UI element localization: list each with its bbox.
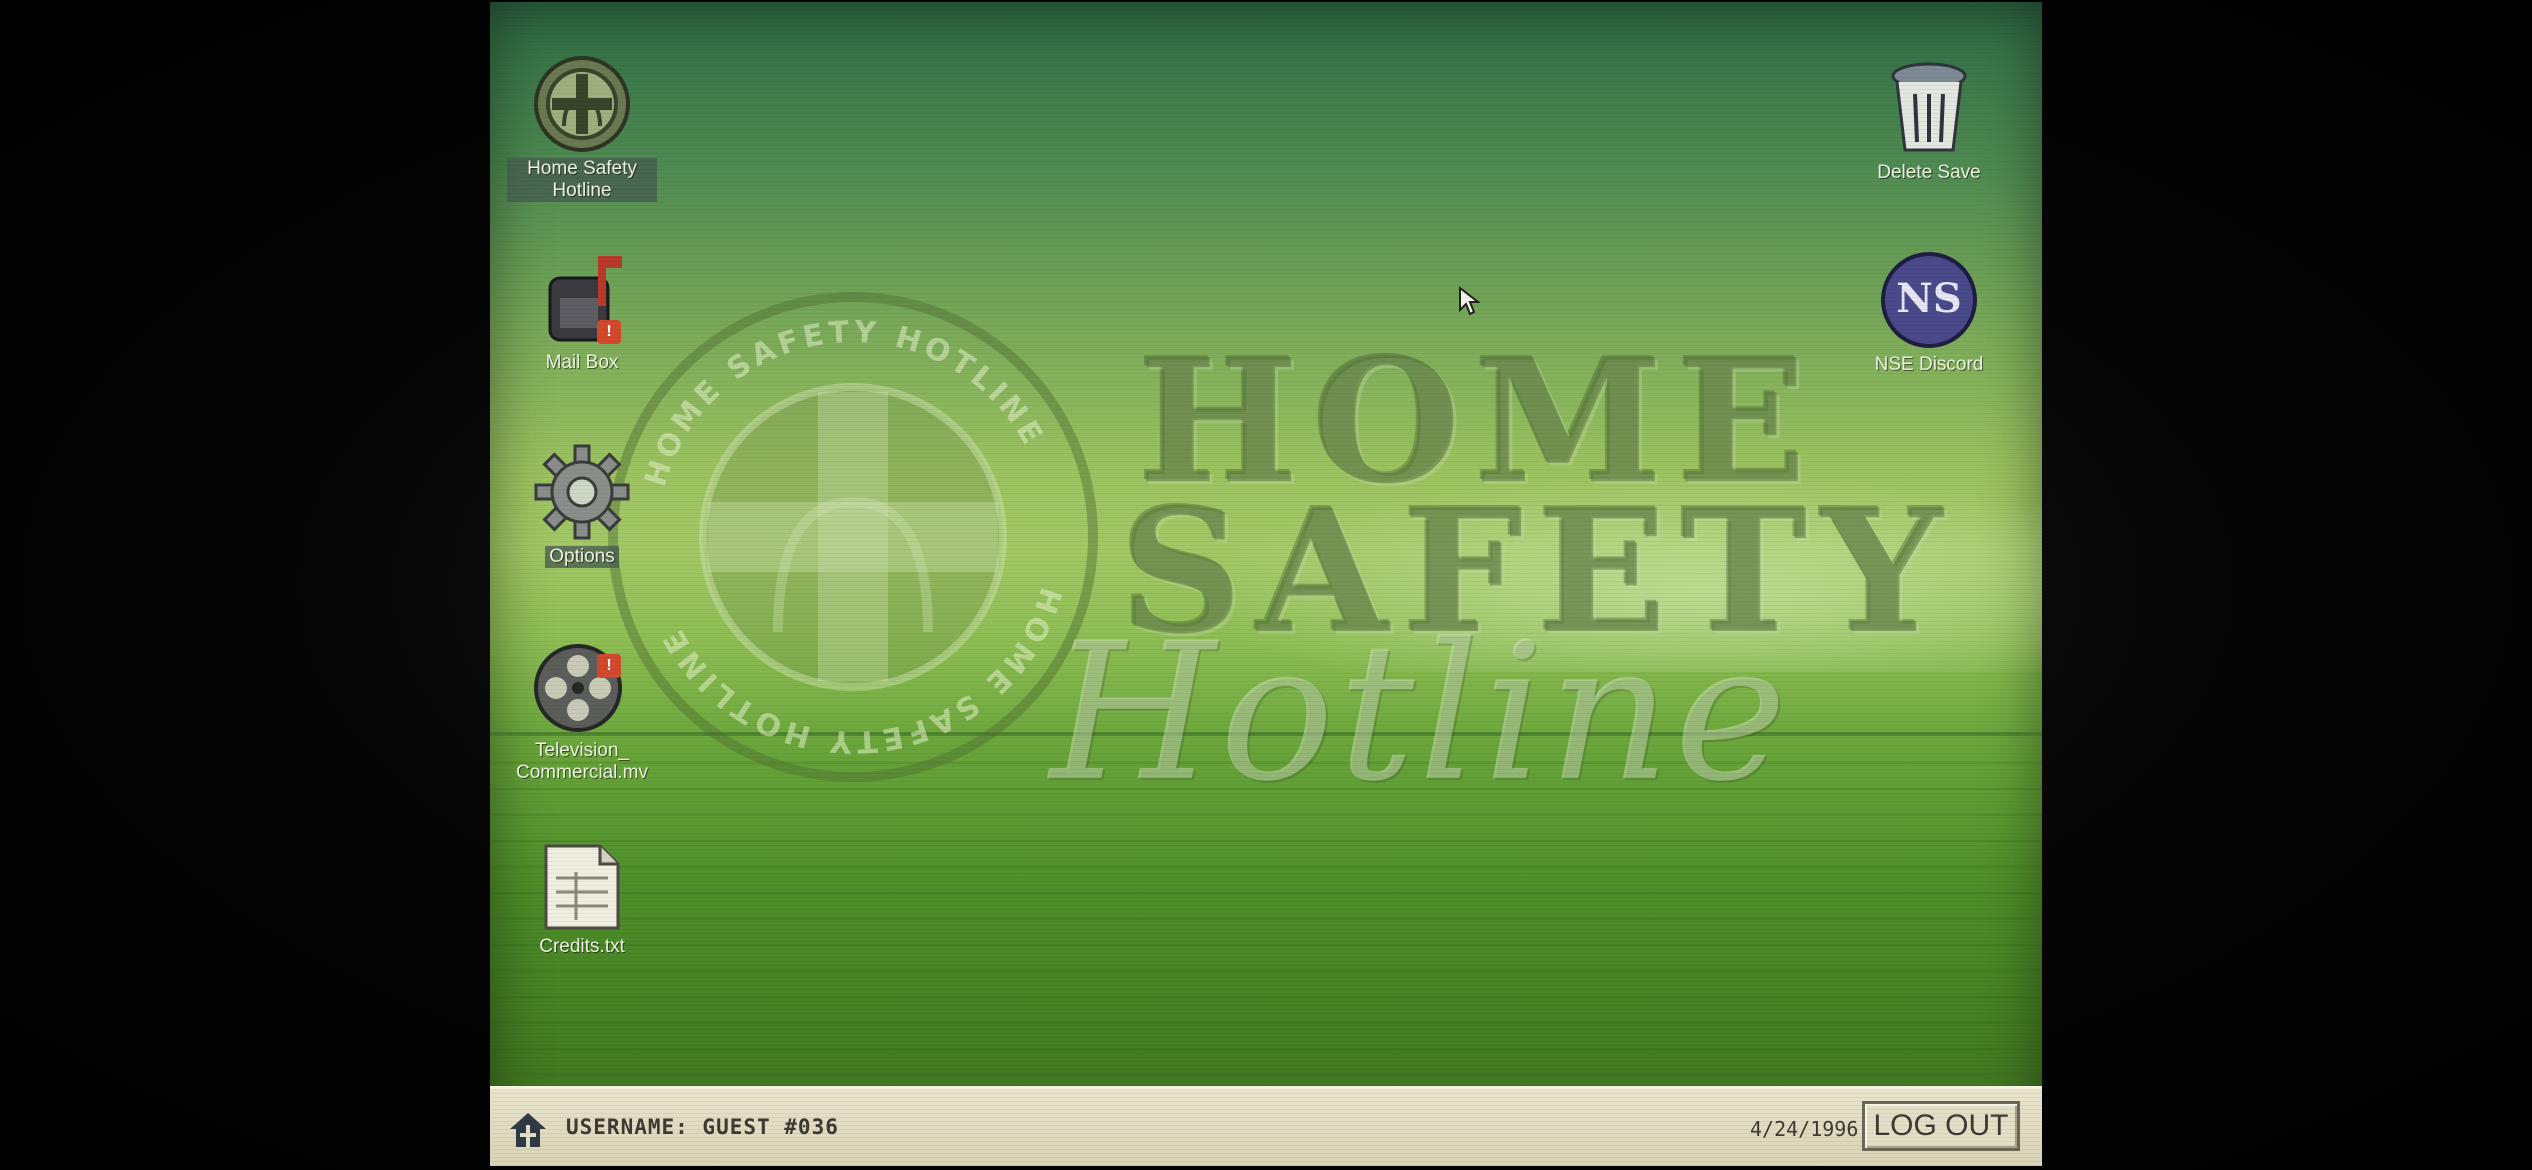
nse-discord-icon: NS (1881, 252, 1977, 348)
wallpaper-seal: HOME SAFETY HOTLINE HOME SAFETY HOTLINE (608, 292, 1098, 782)
icon-label: NSE Discord (1874, 354, 1984, 375)
icon-label: Options (545, 546, 619, 568)
mouse-cursor-icon (1459, 286, 1480, 316)
seal-graphic: HOME SAFETY HOTLINE HOME SAFETY HOTLINE (638, 315, 1064, 760)
desktop-icon-delete-save[interactable]: Delete Save (1854, 58, 2004, 184)
text-file-icon (544, 844, 620, 930)
film-reel-icon (534, 644, 622, 732)
desktop-icon-nse-discord[interactable]: NS NSE Discord (1854, 250, 2004, 376)
trash-can-icon (1891, 62, 1967, 152)
desktop-icon-television-commercial[interactable]: ! Television_ Commercial.mv (507, 636, 657, 784)
mail-alert-badge: ! (597, 320, 621, 344)
username-label: USERNAME: GUEST #036 (566, 1115, 839, 1139)
desktop-icon-credits[interactable]: Credits.txt (507, 842, 657, 958)
desktop-icon-mail-box[interactable]: ! Mail Box (507, 248, 657, 374)
video-alert-badge: ! (597, 654, 621, 678)
home-safety-hotline-icon (534, 56, 630, 152)
taskbar-date: 4/24/1996 (1750, 1117, 1859, 1141)
desktop-icon-options[interactable]: Options (507, 442, 657, 568)
logout-button[interactable]: LOG OUT (1862, 1101, 2020, 1151)
nse-logo-text: NS (1896, 275, 1961, 322)
gear-icon (534, 444, 630, 540)
taskbar: USERNAME: GUEST #036 4/24/1996 LOG OUT (490, 1086, 2042, 1166)
icon-label: Credits.txt (539, 936, 625, 957)
icon-label: Television_ Commercial.mv (516, 740, 648, 783)
desktop-icon-home-safety-hotline[interactable]: Home Safety Hotline (507, 54, 657, 202)
desktop-screen: HOME SAFETY HOTLINE HOME SAFETY HOTLINE … (490, 2, 2042, 1166)
icon-label: Delete Save (1877, 162, 1981, 183)
icon-label: Mail Box (545, 352, 619, 373)
wallpaper-title-hotline: Hotline (1050, 602, 1791, 823)
icon-label: Home Safety Hotline (507, 158, 657, 202)
home-start-icon[interactable] (506, 1107, 550, 1151)
